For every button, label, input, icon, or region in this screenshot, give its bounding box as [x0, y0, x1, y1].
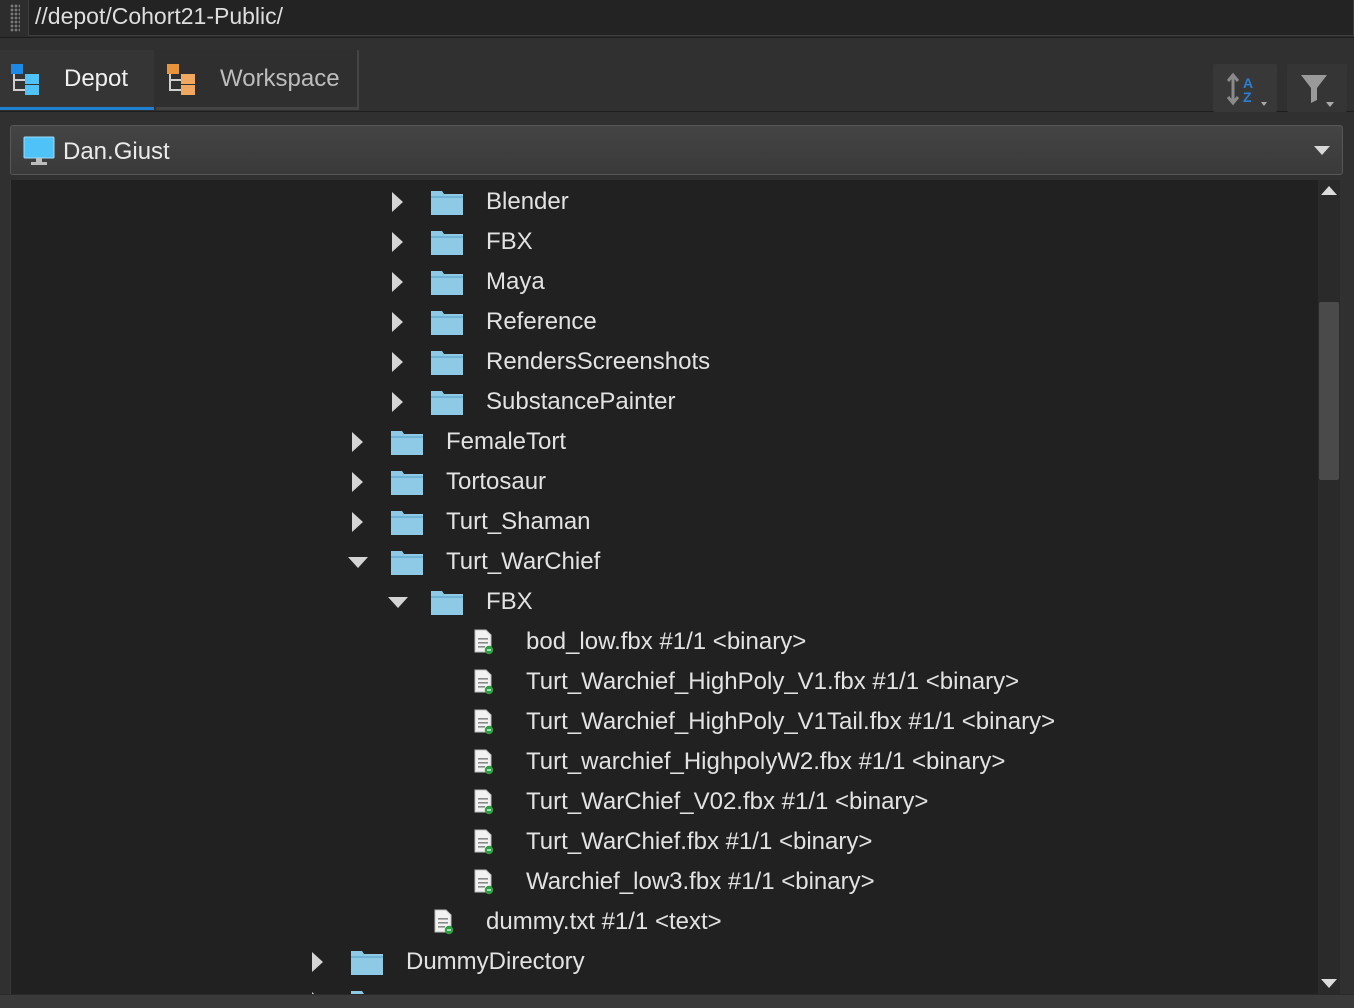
tree-item-label: DummyDirectory: [406, 948, 585, 975]
scroll-down-arrow-icon[interactable]: [1321, 979, 1337, 988]
file-icon: [473, 749, 505, 775]
tree-folder-row[interactable]: DummyDirectory: [11, 942, 1318, 982]
tree-file-row[interactable]: Turt_Warchief_HighPoly_V1.fbx #1/1 <bina…: [11, 662, 1318, 702]
sort-button[interactable]: A Z: [1213, 64, 1277, 112]
file-icon: [433, 909, 465, 935]
tree-item-label: Turt_WarChief.fbx #1/1 <binary>: [526, 828, 873, 855]
tree-file-row[interactable]: Turt_warchief_HighpolyW2.fbx #1/1 <binar…: [11, 742, 1318, 782]
chevron-down-icon[interactable]: [1314, 146, 1330, 155]
file-icon: [473, 669, 505, 695]
workspace-tree-icon: [166, 62, 200, 96]
tree-item-label: Maya: [486, 268, 545, 295]
tree-folder-row[interactable]: Blender: [11, 182, 1318, 222]
tree-item-label: Turt_warchief_HighpolyW2.fbx #1/1 <binar…: [526, 748, 1006, 775]
tab-workspace[interactable]: Workspace: [156, 50, 359, 110]
tree-folder-row[interactable]: Reference: [11, 302, 1318, 342]
sort-az-icon: A Z: [1226, 72, 1271, 113]
computer-monitor-icon: [23, 136, 55, 166]
tree-item-label: FBX: [486, 588, 533, 615]
horizontal-scrollbar[interactable]: [0, 994, 1354, 1008]
folder-icon: [431, 389, 463, 415]
filter-button[interactable]: [1287, 64, 1347, 112]
expand-arrow-right-icon[interactable]: [388, 312, 408, 332]
file-icon: [473, 789, 505, 815]
tree-folder-row[interactable]: FBX: [11, 222, 1318, 262]
tree-file-row[interactable]: Turt_Warchief_HighPoly_V1Tail.fbx #1/1 <…: [11, 702, 1318, 742]
filter-icon: [1299, 72, 1339, 113]
depot-tree: Blender FBX Maya Reference RendersScreenshot…: [10, 180, 1318, 994]
folder-icon: [431, 189, 463, 215]
folder-icon: [431, 269, 463, 295]
tree-item-label: Reference: [486, 308, 597, 335]
file-icon: [473, 829, 505, 855]
tab-bar: Depot Workspace A Z: [0, 50, 1354, 112]
tree-item-label: FBX: [486, 228, 533, 255]
tree-item-label: Turt_WarChief: [446, 548, 601, 575]
expand-arrow-down-icon[interactable]: [388, 592, 408, 612]
folder-icon: [391, 469, 423, 495]
tree-item-label: SubstancePainter: [486, 388, 676, 415]
tree-item-label: dummy.txt #1/1 <text>: [486, 908, 722, 935]
folder-icon: [391, 509, 423, 535]
vertical-scrollbar[interactable]: [1318, 180, 1340, 994]
tree-file-row[interactable]: Turt_WarChief_V02.fbx #1/1 <binary>: [11, 782, 1318, 822]
workspace-selector[interactable]: Dan.Giust: [10, 125, 1343, 175]
expand-arrow-right-icon[interactable]: [388, 392, 408, 412]
tree-folder-row[interactable]: [11, 982, 1318, 994]
tree-item-label: bod_low.fbx #1/1 <binary>: [526, 628, 807, 655]
expand-arrow-right-icon[interactable]: [348, 432, 368, 452]
depot-tree-icon: [10, 62, 44, 96]
path-field[interactable]: //depot/Cohort21-Public/: [28, 0, 1354, 36]
tab-depot[interactable]: Depot: [0, 50, 154, 110]
tab-workspace-label: Workspace: [220, 64, 340, 92]
workspace-name: Dan.Giust: [63, 138, 170, 165]
folder-icon: [351, 949, 383, 975]
expand-arrow-right-icon[interactable]: [388, 232, 408, 252]
tree-item-label: RendersScreenshots: [486, 348, 711, 375]
tree-item-label: Blender: [486, 188, 569, 215]
tree-folder-row[interactable]: FemaleTort: [11, 422, 1318, 462]
svg-text:Z: Z: [1243, 89, 1252, 105]
tree-file-row[interactable]: bod_low.fbx #1/1 <binary>: [11, 622, 1318, 662]
tree-file-row[interactable]: Turt_WarChief.fbx #1/1 <binary>: [11, 822, 1318, 862]
scrollbar-thumb[interactable]: [1319, 302, 1339, 480]
tree-folder-row[interactable]: Turt_Shaman: [11, 502, 1318, 542]
tree-item-label: Turt_WarChief_V02.fbx #1/1 <binary>: [526, 788, 929, 815]
tab-depot-label: Depot: [64, 64, 129, 92]
tree-item-label: Turt_Shaman: [446, 508, 591, 535]
path-text: //depot/Cohort21-Public/: [35, 3, 284, 29]
file-icon: [473, 629, 505, 655]
tree-folder-row[interactable]: Tortosaur: [11, 462, 1318, 502]
folder-icon: [431, 349, 463, 375]
tree-item-label: Turt_Warchief_HighPoly_V1.fbx #1/1 <bina…: [526, 668, 1020, 695]
folder-icon: [391, 429, 423, 455]
expand-arrow-down-icon[interactable]: [348, 552, 368, 572]
tree-item-label: Tortosaur: [446, 468, 547, 495]
tree-folder-row[interactable]: Maya: [11, 262, 1318, 302]
expand-arrow-right-icon[interactable]: [348, 472, 368, 492]
tree-item-label: Warchief_low3.fbx #1/1 <binary>: [526, 868, 875, 895]
tree-item-label: FemaleTort: [446, 428, 567, 455]
expand-arrow-right-icon[interactable]: [308, 952, 328, 972]
folder-icon: [431, 309, 463, 335]
scroll-up-arrow-icon[interactable]: [1321, 186, 1337, 195]
expand-arrow-right-icon[interactable]: [348, 512, 368, 532]
tree-folder-row[interactable]: FBX: [11, 582, 1318, 622]
tree-file-row[interactable]: dummy.txt #1/1 <text>: [11, 902, 1318, 942]
file-icon: [473, 869, 505, 895]
file-icon: [473, 709, 505, 735]
expand-arrow-right-icon[interactable]: [388, 352, 408, 372]
tree-folder-row[interactable]: SubstancePainter: [11, 382, 1318, 422]
folder-icon: [431, 229, 463, 255]
folder-icon: [431, 589, 463, 615]
tree-folder-row[interactable]: RendersScreenshots: [11, 342, 1318, 382]
expand-arrow-right-icon[interactable]: [388, 272, 408, 292]
tree-folder-row[interactable]: Turt_WarChief: [11, 542, 1318, 582]
folder-icon: [391, 549, 423, 575]
drag-grip-handle[interactable]: [10, 4, 20, 32]
tree-file-row[interactable]: Warchief_low3.fbx #1/1 <binary>: [11, 862, 1318, 902]
path-bar: //depot/Cohort21-Public/: [0, 0, 1354, 38]
expand-arrow-right-icon[interactable]: [388, 192, 408, 212]
tree-item-label: Turt_Warchief_HighPoly_V1Tail.fbx #1/1 <…: [526, 708, 1056, 735]
